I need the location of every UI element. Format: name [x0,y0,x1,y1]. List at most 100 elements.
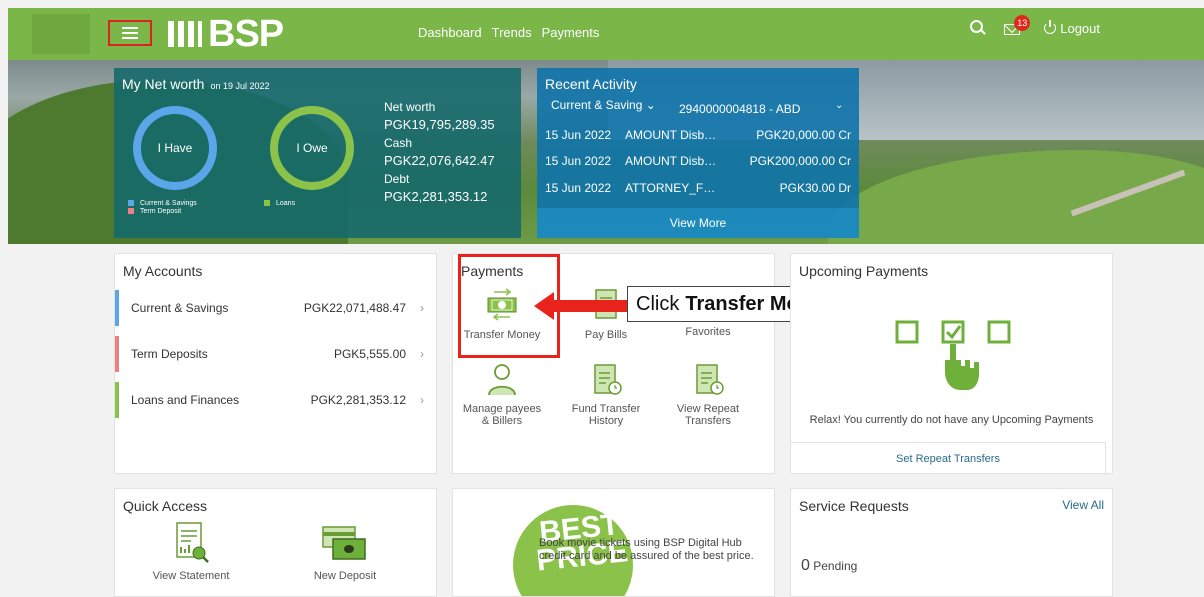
activity-row[interactable]: 15 Jun 2022 AMOUNT Disb… PGK20,000.00 Cr [545,128,851,142]
i-owe-label: I Owe [296,141,328,155]
legend-loans: Loans [276,200,296,207]
activity-amount: PGK30.00 Dr [779,181,851,195]
nav-dashboard[interactable]: Dashboard [418,25,482,40]
menu-icon-line [122,32,138,34]
quick-access-card: Quick Access View Statement New Deposit [114,488,437,597]
account-row-current-savings[interactable]: Current & Savings PGK22,071,488.47 › [115,290,436,326]
account-amount: PGK5,555.00 [333,347,406,361]
account-color-bar [115,290,119,326]
deposit-icon [322,526,366,560]
account-row-loans[interactable]: Loans and Finances PGK2,281,353.12 › [115,382,436,418]
power-icon [1044,20,1057,34]
logo-mark-icon [168,19,204,49]
pending-label: Pending [813,559,858,573]
net-worth-title: My Net worth on 19 Jul 2022 [122,76,270,92]
owe-legend: Loans [264,200,295,208]
search-icon[interactable] [970,20,986,36]
recent-activity-title: Recent Activity [545,76,637,92]
net-worth-title-text: My Net worth [122,76,205,92]
chevron-down-icon[interactable]: ⌄ [835,100,843,111]
activity-row[interactable]: 15 Jun 2022 ATTORNEY_F… PGK30.00 Dr [545,181,851,195]
no-upcoming-message: Relax! You currently do not have any Upc… [809,414,1094,426]
account-number-dropdown[interactable]: 2940000004818 - ABD [679,102,800,116]
top-bar: BSP Dashboard Trends Payments 13 Logout [8,8,1204,60]
view-statement-label: View Statement [152,570,230,582]
logout-button[interactable]: Logout [1044,20,1100,36]
net-worth-date: on 19 Jul 2022 [210,81,270,91]
chevron-down-icon: ⌄ [645,98,656,112]
i-have-label: I Have [157,141,193,155]
account-number-value: 2940000004818 - ABD [679,102,801,116]
activity-row[interactable]: 15 Jun 2022 AMOUNT Disb… PGK200,000.00 C… [545,154,851,168]
debt-value: PGK2,281,353.12 [384,189,488,204]
legend-term-deposit: Term Deposit [140,208,182,215]
debt-label: Debt [384,172,410,186]
brand-strip [32,14,90,54]
repeat-transfer-icon [696,364,724,395]
hero-hill [828,150,1204,244]
nav-trends[interactable]: Trends [492,25,532,40]
fund-transfer-history-button[interactable]: Fund Transfer History [563,362,649,427]
notification-badge: 13 [1014,15,1031,31]
view-all-link[interactable]: View All [1062,498,1104,512]
menu-icon-line [122,27,138,29]
manage-payees-button[interactable]: Manage payees & Billers [459,362,545,427]
chevron-right-icon: › [420,393,424,407]
account-type-dropdown[interactable]: Current & Saving ⌄ [551,98,656,112]
account-name: Term Deposits [131,347,208,361]
activity-date: 15 Jun 2022 [545,128,612,142]
account-color-bar [115,382,119,418]
activity-amount: PGK200,000.00 Cr [749,154,851,168]
account-type-value: Current & Saving [551,98,643,112]
net-worth-values: Net worth PGK19,795,289.35 Cash PGK22,076,… [384,100,495,208]
recent-activity-panel: Recent Activity Current & Saving ⌄ 29400… [537,68,859,238]
bsp-logo[interactable]: BSP [168,12,284,55]
account-name: Loans and Finances [131,393,240,407]
legend-swatch [264,200,270,207]
main-nav: Dashboard Trends Payments [418,25,599,40]
fund-transfer-history-label: Fund Transfer History [571,403,641,427]
cash-value: PGK22,076,642.47 [384,153,495,168]
net-worth-panel: My Net worth on 19 Jul 2022 I Have I Owe … [114,68,521,238]
service-requests-title: Service Requests [799,498,909,514]
set-repeat-transfers-link[interactable]: Set Repeat Transfers [791,442,1106,475]
view-repeat-transfers-button[interactable]: View Repeat Transfers [665,362,751,427]
my-accounts-card: My Accounts Current & Savings PGK22,071,… [114,253,437,474]
activity-amount: PGK20,000.00 Cr [756,128,851,142]
net-worth-label: Net worth [384,100,436,114]
logout-label: Logout [1060,20,1100,36]
upcoming-payments-card: Upcoming Payments Relax! You currently d… [790,253,1113,475]
chevron-right-icon: › [420,301,424,315]
nav-payments[interactable]: Payments [542,25,600,40]
promo-description: Book movie tickets using BSP Digital Hub… [539,537,754,562]
activity-description: AMOUNT Disb… [625,154,717,168]
checkbox-hand-icon [895,320,1011,390]
user-icon [488,364,516,396]
account-name: Current & Savings [131,301,229,315]
view-more-button[interactable]: View More [537,208,859,238]
logo-text: BSP [208,12,284,55]
new-deposit-button[interactable]: New Deposit [297,521,393,582]
promo-card[interactable]: BEST PRICE Book movie tickets using BSP … [452,488,775,597]
pending-count[interactable]: 0 Pending [801,557,857,575]
menu-icon-line [122,37,138,39]
menu-button[interactable] [108,20,152,46]
cash-label: Cash [384,136,413,150]
history-icon [594,364,622,395]
chevron-right-icon: › [420,347,424,361]
account-row-term-deposits[interactable]: Term Deposits PGK5,555.00 › [115,336,436,372]
i-have-chart[interactable]: I Have [133,106,217,190]
mail-button[interactable]: 13 [1004,15,1031,38]
i-owe-chart[interactable]: I Owe [270,106,354,190]
view-statement-button[interactable]: View Statement [143,521,239,582]
activity-date: 15 Jun 2022 [545,154,612,168]
activity-description: ATTORNEY_F… [625,181,716,195]
new-deposit-label: New Deposit [313,570,377,582]
account-amount: PGK2,281,353.12 [310,393,406,407]
header-actions: 13 Logout [970,15,1100,38]
have-legend: Current & Savings Term Deposit [128,200,197,216]
statement-icon [176,522,209,563]
quick-access-title: Quick Access [123,498,208,514]
activity-description: AMOUNT Disb… [625,128,717,142]
legend-swatch [128,200,134,207]
